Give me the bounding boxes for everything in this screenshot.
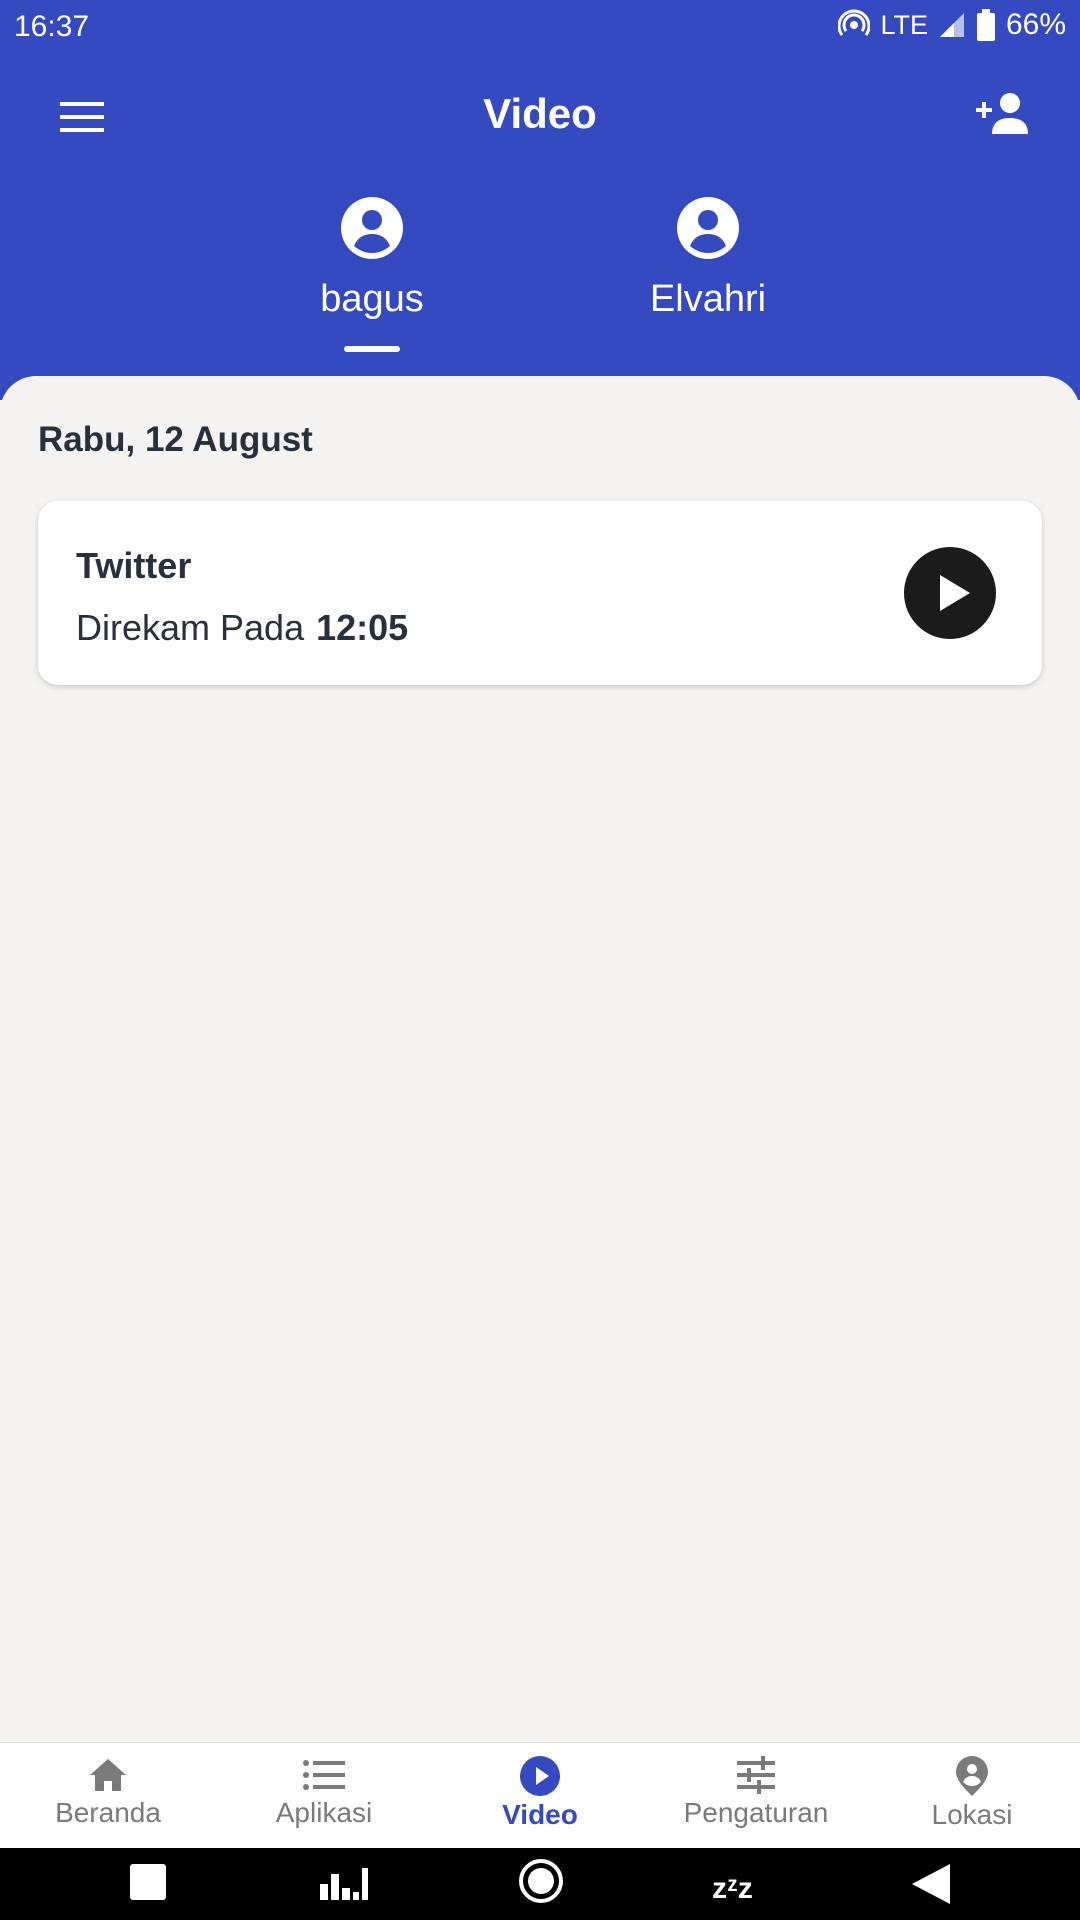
home-circle-icon bbox=[519, 1859, 563, 1903]
page-title: Video bbox=[483, 90, 597, 137]
hotspot-icon bbox=[838, 9, 871, 36]
recording-card[interactable]: Twitter Direkam Pada 12:05 bbox=[38, 501, 1042, 685]
nav-label: Beranda bbox=[55, 1797, 161, 1828]
battery-icon bbox=[976, 9, 995, 41]
recents-button[interactable] bbox=[128, 1862, 188, 1906]
status-icons: LTE 66% bbox=[838, 8, 1066, 42]
recording-info: Direkam Pada 12:05 bbox=[76, 607, 408, 649]
status-time: 16:37 bbox=[14, 10, 90, 43]
recorded-time: 12:05 bbox=[316, 607, 409, 648]
nav-lokasi[interactable]: Lokasi bbox=[864, 1743, 1080, 1849]
nav-label: Video bbox=[502, 1799, 578, 1830]
battery-percent: 66% bbox=[1005, 8, 1066, 41]
network-type: LTE bbox=[880, 9, 928, 40]
sleep-button[interactable]: zᶻz bbox=[712, 1862, 772, 1906]
add-person-icon bbox=[976, 93, 1028, 134]
nav-label: Pengaturan bbox=[683, 1797, 829, 1828]
play-icon bbox=[904, 547, 996, 639]
account-circle-icon bbox=[677, 197, 739, 259]
selected-tab-indicator bbox=[344, 346, 400, 352]
profile-tab-bagus[interactable]: bagus bbox=[262, 188, 482, 358]
sleep-icon: zᶻz bbox=[712, 1872, 753, 1905]
toolbar: Video bbox=[0, 56, 1080, 176]
nav-pengaturan[interactable]: Pengaturan bbox=[648, 1743, 864, 1849]
profile-name: bagus bbox=[320, 278, 424, 320]
system-nav-bar: zᶻz bbox=[0, 1848, 1080, 1920]
location-pin-icon bbox=[956, 1756, 988, 1796]
list-icon bbox=[303, 1760, 345, 1790]
square-icon bbox=[130, 1864, 166, 1900]
sliders-icon bbox=[737, 1756, 775, 1794]
bar-chart-icon bbox=[320, 1868, 368, 1900]
nav-video[interactable]: Video bbox=[432, 1743, 648, 1849]
signal-icon bbox=[939, 13, 964, 37]
nav-label: Aplikasi bbox=[275, 1797, 373, 1828]
nav-aplikasi[interactable]: Aplikasi bbox=[216, 1743, 432, 1849]
nav-label: Lokasi bbox=[931, 1799, 1013, 1830]
home-button[interactable] bbox=[518, 1859, 578, 1906]
app-header: 16:37 LTE 66% Video bagus Elvahri bbox=[0, 0, 1080, 400]
profile-name: Elvahri bbox=[649, 278, 767, 320]
video-list: Rabu, 12 August Twitter Direkam Pada 12:0… bbox=[0, 376, 1080, 1742]
status-bar: 16:37 LTE 66% bbox=[0, 0, 1080, 56]
stats-button[interactable] bbox=[318, 1862, 378, 1906]
recording-app-name: Twitter bbox=[76, 545, 192, 586]
profile-tabs: bagus Elvahri bbox=[0, 188, 1080, 358]
add-person-button[interactable] bbox=[970, 84, 1040, 144]
account-circle-icon bbox=[341, 197, 403, 259]
play-circle-icon bbox=[520, 1756, 560, 1796]
recorded-at-label: Direkam Pada bbox=[76, 607, 305, 648]
nav-beranda[interactable]: Beranda bbox=[0, 1743, 216, 1849]
back-triangle-icon bbox=[912, 1864, 950, 1904]
bottom-nav: Beranda Aplikasi Video Pengaturan Lokasi bbox=[0, 1742, 1080, 1849]
back-button[interactable] bbox=[910, 1862, 970, 1906]
profile-tab-elvahri[interactable]: Elvahri bbox=[598, 188, 818, 358]
play-button[interactable] bbox=[904, 547, 996, 639]
home-icon bbox=[90, 1759, 126, 1791]
date-header: Rabu, 12 August bbox=[38, 420, 313, 459]
